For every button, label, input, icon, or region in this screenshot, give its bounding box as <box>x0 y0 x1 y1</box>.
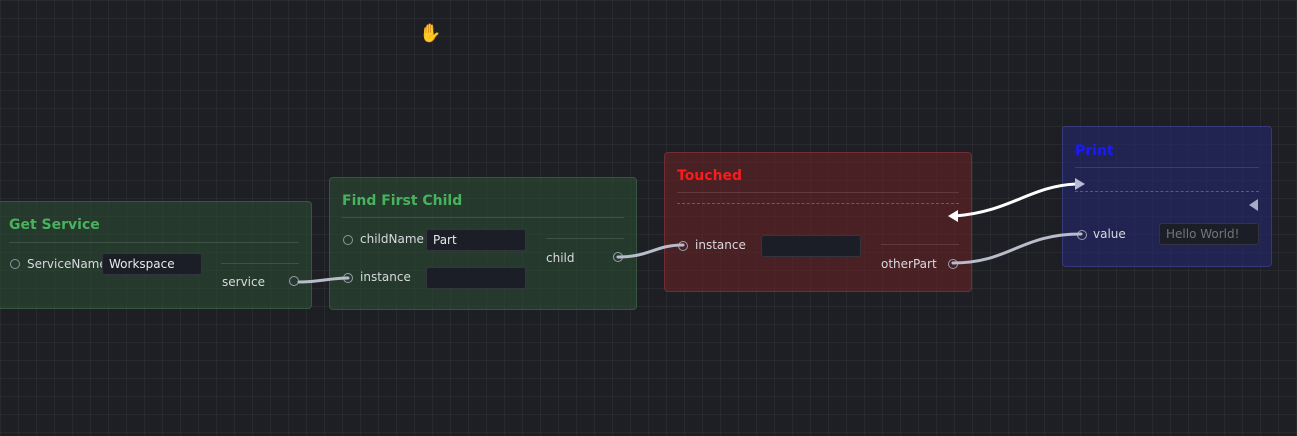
title-separator <box>677 192 959 193</box>
node-title: Get Service <box>9 217 100 233</box>
exec-separator <box>1075 191 1259 192</box>
input-label: value <box>1093 227 1126 241</box>
node-find-first-child[interactable]: Find First Child childName instance chil… <box>329 177 637 310</box>
node-title: Find First Child <box>342 193 463 209</box>
output-pin-service[interactable] <box>289 276 299 286</box>
hand-grab-icon: ✋ <box>419 23 442 44</box>
exec-separator <box>677 203 959 204</box>
input-pin-instance[interactable] <box>343 273 353 283</box>
value-field[interactable] <box>1159 223 1259 245</box>
input-label: ServiceName <box>27 257 107 271</box>
output-label: child <box>546 251 575 265</box>
input-pin-servicename[interactable] <box>10 259 20 269</box>
title-separator <box>1075 167 1259 168</box>
input-pin-value[interactable] <box>1077 230 1087 240</box>
instance-field[interactable] <box>761 235 861 257</box>
instance-field[interactable] <box>426 267 526 289</box>
output-separator <box>221 263 299 264</box>
servicename-field[interactable] <box>102 253 202 275</box>
input-label: instance <box>695 238 746 252</box>
output-separator <box>546 238 624 239</box>
node-graph-canvas[interactable]: Get Service ServiceName service Find Fir… <box>0 0 1297 436</box>
input-label: childName <box>360 232 424 246</box>
node-touched[interactable]: Touched instance otherPart <box>664 152 972 292</box>
childname-field[interactable] <box>426 229 526 251</box>
output-label: service <box>222 275 265 289</box>
node-get-service[interactable]: Get Service ServiceName service <box>0 201 312 309</box>
wire-exec-touched-to-print[interactable] <box>953 182 1078 218</box>
node-title: Print <box>1075 143 1114 159</box>
output-pin-otherpart[interactable] <box>948 259 958 269</box>
output-pin-child[interactable] <box>613 252 623 262</box>
exec-output-arrow-icon[interactable] <box>1249 199 1258 211</box>
output-separator <box>881 244 959 245</box>
node-print[interactable]: Print value <box>1062 126 1272 267</box>
title-separator <box>9 242 299 243</box>
input-pin-instance[interactable] <box>678 241 688 251</box>
title-separator <box>342 217 624 218</box>
input-label: instance <box>360 270 411 284</box>
output-label: otherPart <box>881 257 937 271</box>
node-title: Touched <box>677 168 743 184</box>
input-pin-childname[interactable] <box>343 235 353 245</box>
